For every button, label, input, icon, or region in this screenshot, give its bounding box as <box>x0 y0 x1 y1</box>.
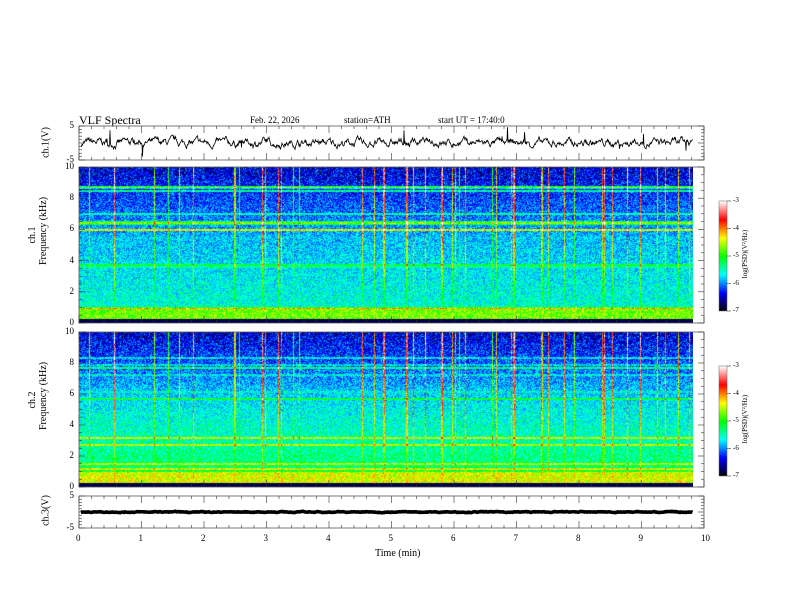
y-tick-label: 8 <box>69 357 75 367</box>
colorbar-tick-label: -7 <box>733 306 739 314</box>
panel-frame <box>78 166 705 324</box>
ch1-colorbar-label: log(PSD)(V²/Hz) <box>741 229 749 279</box>
x-tick-label: 9 <box>638 533 644 543</box>
ch3-ylabel: ch.3(V) <box>40 495 52 526</box>
ch2-spec-ylabel-top: ch.2 <box>27 391 38 409</box>
y-tick-label: 5 <box>69 120 75 130</box>
ch1-waveform-trace <box>80 127 693 157</box>
colorbar-frame <box>718 365 728 477</box>
panel-frame <box>78 331 705 488</box>
colorbar-tick-label: -5 <box>733 251 739 259</box>
colorbar-tick-label: -6 <box>733 443 739 452</box>
y-tick-label: 6 <box>69 388 75 398</box>
colorbar-frame <box>718 200 728 312</box>
ch3-waveform-trace <box>80 509 694 515</box>
x-tick-label: 0 <box>76 533 81 543</box>
colorbar-tick-label: -7 <box>733 471 739 479</box>
colorbar-tick-label: -4 <box>733 223 739 232</box>
ch2-spec-ylabel: ch.2 Frequency (kHz) <box>27 362 49 430</box>
ch2-colorbar-label: log(PSD)(V²/Hz) <box>741 394 749 444</box>
y-tick-label: 2 <box>69 285 75 296</box>
y-tick-label: 6 <box>69 223 75 234</box>
x-tick-label: 1 <box>138 533 144 543</box>
colorbar-tick-label: -3 <box>733 196 739 204</box>
y-tick-label: 4 <box>69 254 75 265</box>
ch1-spec-ylabel: ch.1 Frequency (kHz) <box>27 197 49 265</box>
y-tick-label: 8 <box>69 192 75 203</box>
y-tick-label: -5 <box>66 522 75 532</box>
x-tick-label: 7 <box>513 533 519 543</box>
x-tick-label: 6 <box>451 533 456 543</box>
x-tick-label: 3 <box>263 533 269 543</box>
y-tick-label: 10 <box>65 326 74 336</box>
colorbar-tick-label: -5 <box>733 416 739 424</box>
colorbar-tick-label: -4 <box>733 388 739 397</box>
x-tick-label: 10 <box>701 533 710 543</box>
x-tick-label: 2 <box>201 533 206 543</box>
axes-layer <box>78 125 731 529</box>
ch1-spec-ylabel-bottom: Frequency (kHz) <box>38 196 49 265</box>
x-tick-label: 5 <box>388 533 394 543</box>
colorbar-tick-label: -3 <box>733 361 739 369</box>
ch1-ylabel: ch.1(V) <box>40 127 52 158</box>
x-tick-label: 8 <box>576 533 581 543</box>
y-tick-label: 10 <box>65 161 74 171</box>
vlf-spectra-figure: VLF Spectra Feb. 22, 2026 station=ATH st… <box>0 0 792 612</box>
colorbar-tick-label: -6 <box>733 278 739 287</box>
y-tick-label: 2 <box>69 450 75 460</box>
ch2-spec-ylabel-bottom: Frequency (kHz) <box>38 361 49 430</box>
x-tick-label: 4 <box>326 533 331 543</box>
y-tick-label: 5 <box>69 490 75 500</box>
ch1-spec-ylabel-top: ch.1 <box>27 226 38 244</box>
y-tick-label: 4 <box>69 419 75 429</box>
xaxis-label: Time (min) <box>375 548 421 559</box>
